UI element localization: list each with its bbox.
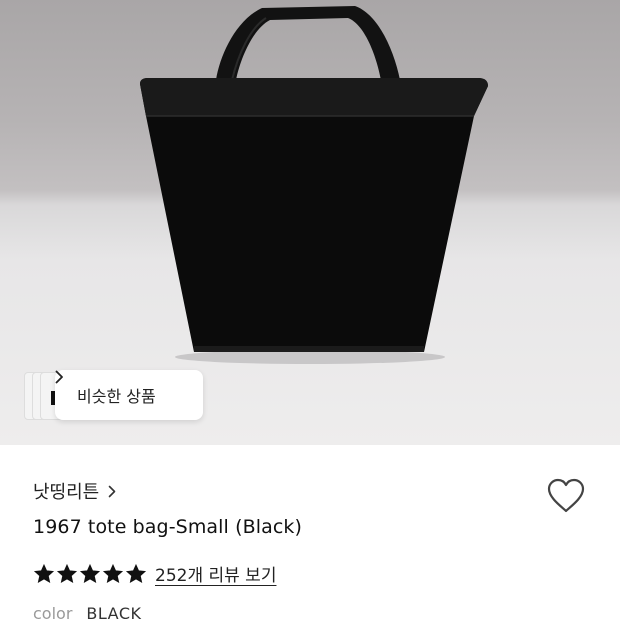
chevron-right-icon — [108, 485, 116, 498]
star-icon — [102, 563, 124, 585]
product-photo[interactable]: 비슷한 상품 — [0, 0, 620, 445]
wishlist-heart-icon[interactable] — [545, 476, 587, 516]
option-label: color — [33, 604, 73, 623]
brand-link[interactable]: 낫띵리튼 — [33, 478, 116, 504]
option-value: BLACK — [86, 604, 142, 623]
star-icon — [56, 563, 78, 585]
similar-products-label: 비슷한 상품 — [77, 387, 156, 406]
star-rating — [33, 563, 147, 585]
color-option: color BLACK — [33, 604, 142, 623]
star-icon — [125, 563, 147, 585]
review-link[interactable]: 252개 리뷰 보기 — [155, 561, 276, 586]
brand-name: 낫띵리튼 — [33, 482, 100, 503]
star-icon — [79, 563, 101, 585]
similar-products-button[interactable]: 비슷한 상품 — [55, 370, 203, 420]
star-icon — [33, 563, 55, 585]
rating-row: 252개 리뷰 보기 — [33, 561, 276, 586]
product-title: 1967 tote bag-Small (Black) — [33, 516, 303, 538]
